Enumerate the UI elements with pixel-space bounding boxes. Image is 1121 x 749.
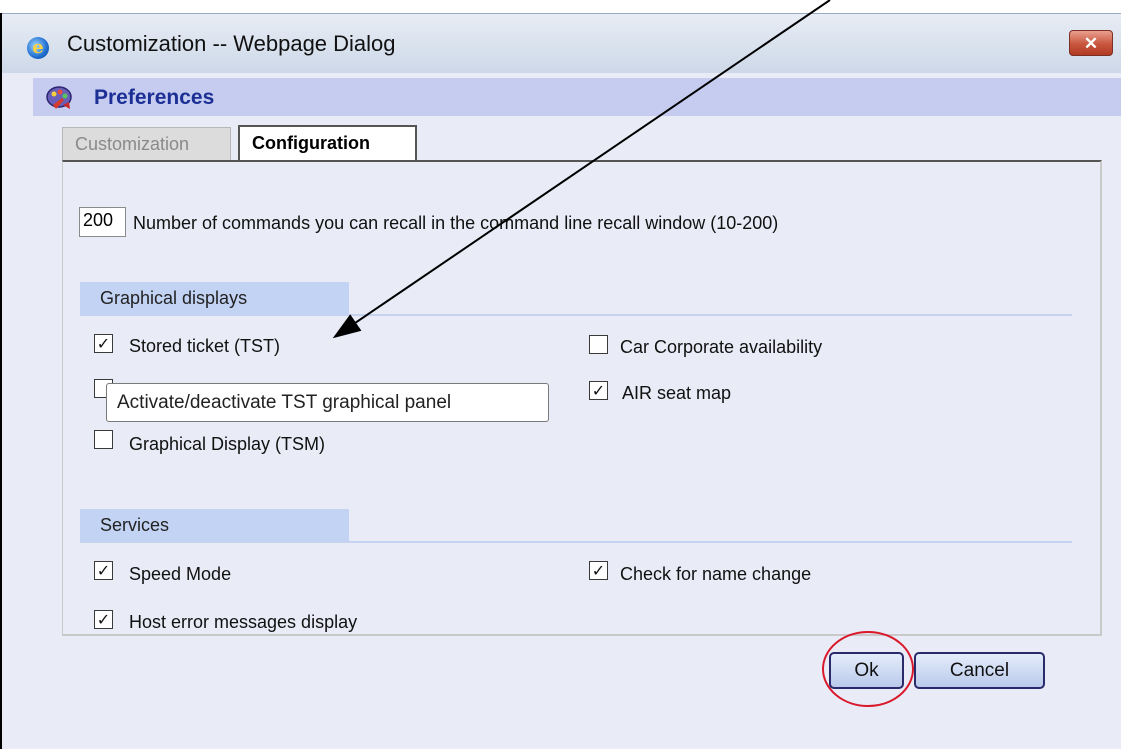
host-error-messages-label: Host error messages display: [129, 612, 358, 632]
car-corporate-availability-checkbox[interactable]: [589, 335, 608, 354]
air-seat-map-label: AIR seat map: [622, 383, 732, 403]
services-divider: [80, 541, 1072, 543]
page-title: Preferences: [94, 86, 215, 109]
stored-ticket-label: Stored ticket (TST): [129, 336, 281, 356]
close-button[interactable]: ✕: [1069, 30, 1113, 56]
tooltip: Activate/deactivate TST graphical panel: [106, 383, 549, 422]
palette-preferences-icon: [46, 86, 72, 109]
services-heading: Services: [80, 509, 349, 542]
air-seat-map-checkbox[interactable]: ✓: [589, 381, 608, 400]
graphical-displays-divider: [80, 314, 1072, 316]
stored-ticket-checkbox[interactable]: ✓: [94, 334, 113, 353]
check-name-change-checkbox[interactable]: ✓: [589, 561, 608, 580]
recall-count-label: Number of commands you can recall in the…: [133, 213, 779, 233]
ok-button[interactable]: Ok: [829, 652, 904, 689]
host-error-messages-checkbox[interactable]: ✓: [94, 610, 113, 629]
car-corporate-availability-label: Car Corporate availability: [620, 337, 823, 357]
speed-mode-label: Speed Mode: [129, 564, 232, 584]
cancel-button[interactable]: Cancel: [914, 652, 1045, 689]
screenshot-canvas: e Customization -- Webpage Dialog ✕ Pref…: [0, 0, 1121, 749]
window-title: Customization -- Webpage Dialog: [67, 31, 396, 56]
graphical-display-tsm-label: Graphical Display (TSM): [129, 434, 326, 454]
recall-count-input[interactable]: 200: [79, 207, 126, 237]
internet-explorer-icon: e: [27, 37, 49, 59]
tab-configuration[interactable]: Configuration: [238, 125, 417, 161]
graphical-displays-heading: Graphical displays: [80, 282, 349, 315]
graphical-display-tsm-checkbox[interactable]: [94, 430, 113, 449]
speed-mode-checkbox[interactable]: ✓: [94, 561, 113, 580]
check-name-change-label: Check for name change: [620, 564, 812, 584]
tab-customization[interactable]: Customization: [62, 127, 231, 161]
